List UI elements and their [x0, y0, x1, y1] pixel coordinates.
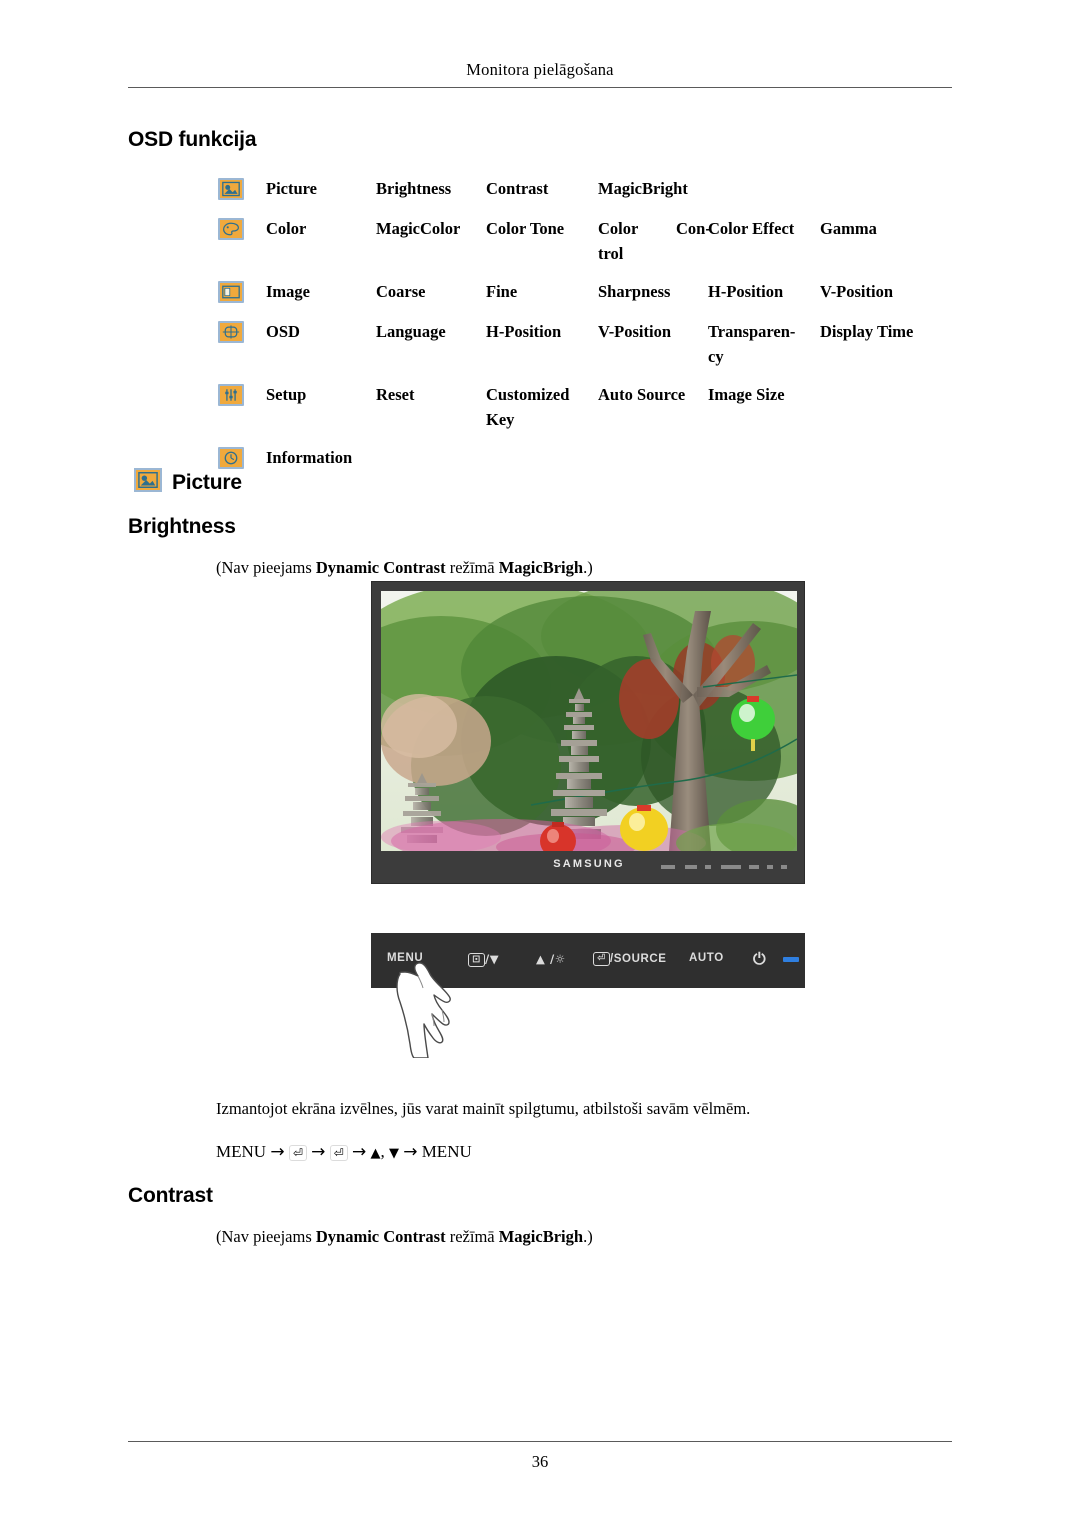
- table-cell: Contrast: [486, 179, 549, 198]
- picture-icon: [218, 178, 244, 200]
- table-row: Picture Brightness Contrast MagicBright: [218, 176, 978, 201]
- footer-rule: [128, 1441, 952, 1442]
- sequence-comma: ,: [380, 1142, 385, 1161]
- enter-key-icon: ⏎: [288, 1145, 307, 1162]
- note-text: .): [583, 558, 593, 577]
- image-icon: [218, 281, 244, 303]
- arrow-icon: →: [270, 1142, 285, 1162]
- monitor-control-panel: MENU ⊡/▼ ▲ /☼ ⏎/SOURCE AUTO ⏻: [371, 933, 805, 988]
- bezel-control-marks: [661, 863, 789, 871]
- source-button-label: /SOURCE: [609, 953, 667, 966]
- monitor-brandbar: SAMSUNG: [381, 851, 797, 883]
- table-cell: Fine: [486, 282, 518, 301]
- table-cell: MagicBright: [598, 179, 688, 198]
- section-heading-contrast: Contrast: [128, 1184, 213, 1207]
- table-cell: Coarse: [376, 282, 426, 301]
- table-cell: Customized: [486, 385, 570, 404]
- table-cell: Image Size: [708, 385, 785, 404]
- table-cell: Display Time: [820, 322, 914, 341]
- document-page: Monitora pielāgošana OSD funkcija Pictur…: [0, 0, 1080, 1527]
- table-cell: Setup: [266, 385, 307, 404]
- table-cell: H-Position: [708, 282, 784, 301]
- color-icon: [218, 218, 244, 240]
- table-row: Setup Reset Customized Key Auto Source I…: [218, 382, 978, 430]
- section-heading-picture: Picture: [172, 471, 242, 494]
- information-icon: [218, 447, 244, 469]
- page-title: OSD funkcija: [128, 128, 257, 151]
- table-cell: H-Position: [486, 322, 562, 341]
- page-number: 36: [531, 1452, 549, 1471]
- osd-icon: [218, 321, 244, 343]
- up-arrow-icon: ▲: [370, 1146, 381, 1161]
- table-row: OSD Language H-Position V-Position Trans…: [218, 319, 978, 367]
- table-cell: Language: [376, 322, 446, 341]
- note-bold-magicbright: MagicBrigh: [498, 1227, 584, 1246]
- note-text: (Nav pieejams: [216, 1227, 316, 1246]
- table-cell: Gamma: [820, 219, 877, 238]
- menu-key-sequence: MENU → ⏎ → ⏎ → ▲, ▼ → MENU: [216, 1141, 472, 1165]
- table-cell: Color: [266, 219, 307, 238]
- enter-key-icon: ⏎: [593, 952, 610, 966]
- table-cell-continuation: trol: [598, 244, 624, 263]
- menu-button[interactable]: MENU: [387, 952, 423, 964]
- up-button-label: ▲ /: [536, 952, 555, 966]
- note-text: režīmā: [445, 558, 499, 577]
- arrow-icon: →: [403, 1142, 418, 1162]
- brightness-note: (Nav pieejams Dynamic Contrast režīmā Ma…: [216, 557, 593, 579]
- table-cell: Brightness: [376, 179, 452, 198]
- table-cell: OSD: [266, 322, 300, 341]
- brightness-key-icon: ☼: [554, 952, 566, 966]
- table-cell: Color Effect: [708, 219, 795, 238]
- setup-icon: [218, 384, 244, 406]
- monitor-screen: [381, 591, 797, 851]
- arrow-icon: →: [351, 1142, 367, 1162]
- table-cell: Picture: [266, 179, 318, 198]
- table-cell: Auto Source: [598, 385, 686, 404]
- table-cell: Transparen-: [708, 322, 796, 341]
- auto-button[interactable]: AUTO: [689, 952, 724, 964]
- table-cell: V-Position: [598, 322, 672, 341]
- power-led-indicator: [783, 957, 799, 962]
- table-cell: Color: [598, 219, 639, 238]
- table-cell: Sharpness: [598, 282, 671, 301]
- table-cell: MagicColor: [376, 219, 461, 238]
- table-cell: Con-: [676, 219, 711, 238]
- note-bold-dynamic-contrast: Dynamic Contrast: [315, 1227, 446, 1246]
- note-text: .): [583, 1227, 593, 1246]
- table-cell: Color Tone: [486, 219, 565, 238]
- table-cell-continuation: Key: [486, 410, 515, 429]
- note-bold-dynamic-contrast: Dynamic Contrast: [315, 558, 446, 577]
- sequence-menu-start: MENU: [216, 1142, 267, 1161]
- down-arrow-icon: ▼: [388, 1146, 399, 1161]
- table-row: Color MagicColor Color Tone Color Con- t…: [218, 216, 978, 264]
- table-cell: Reset: [376, 385, 415, 404]
- enter-key-icon: ⏎: [329, 1145, 348, 1162]
- table-cell: V-Position: [820, 282, 894, 301]
- note-text: (Nav pieejams: [216, 558, 316, 577]
- contrast-note: (Nav pieejams Dynamic Contrast režīmā Ma…: [216, 1226, 593, 1248]
- table-cell-continuation: cy: [708, 347, 724, 366]
- brightness-instruction-text: Izmantojot ekrāna izvēlnes, jūs varat ma…: [216, 1099, 751, 1118]
- sequence-menu-end: MENU: [421, 1142, 472, 1161]
- arrow-icon: →: [311, 1142, 326, 1162]
- source-button[interactable]: ⏎/SOURCE: [593, 952, 667, 966]
- osd-menu-table: Picture Brightness Contrast MagicBright …: [218, 176, 978, 485]
- monitor-illustration: SAMSUNG: [371, 581, 805, 884]
- table-row: Image Coarse Fine Sharpness H-Position V…: [218, 279, 978, 304]
- table-row: Information: [218, 445, 978, 470]
- garden-scene-image: [381, 591, 797, 851]
- up-button[interactable]: ▲ /☼: [536, 952, 566, 966]
- note-bold-magicbright: MagicBrigh: [498, 558, 584, 577]
- input-key-icon: ⊡: [468, 952, 485, 967]
- down-button[interactable]: ⊡/▼: [468, 952, 499, 967]
- running-head: Monitora pielāgošana: [466, 60, 614, 79]
- down-button-label: /▼: [484, 952, 500, 966]
- note-text: režīmā: [445, 1227, 499, 1246]
- table-cell: Image: [266, 282, 310, 301]
- section-heading-brightness: Brightness: [128, 515, 236, 538]
- power-button[interactable]: ⏻: [753, 949, 766, 969]
- picture-section-icon: [134, 468, 162, 492]
- table-cell: Information: [266, 448, 353, 467]
- header-rule: [128, 87, 952, 88]
